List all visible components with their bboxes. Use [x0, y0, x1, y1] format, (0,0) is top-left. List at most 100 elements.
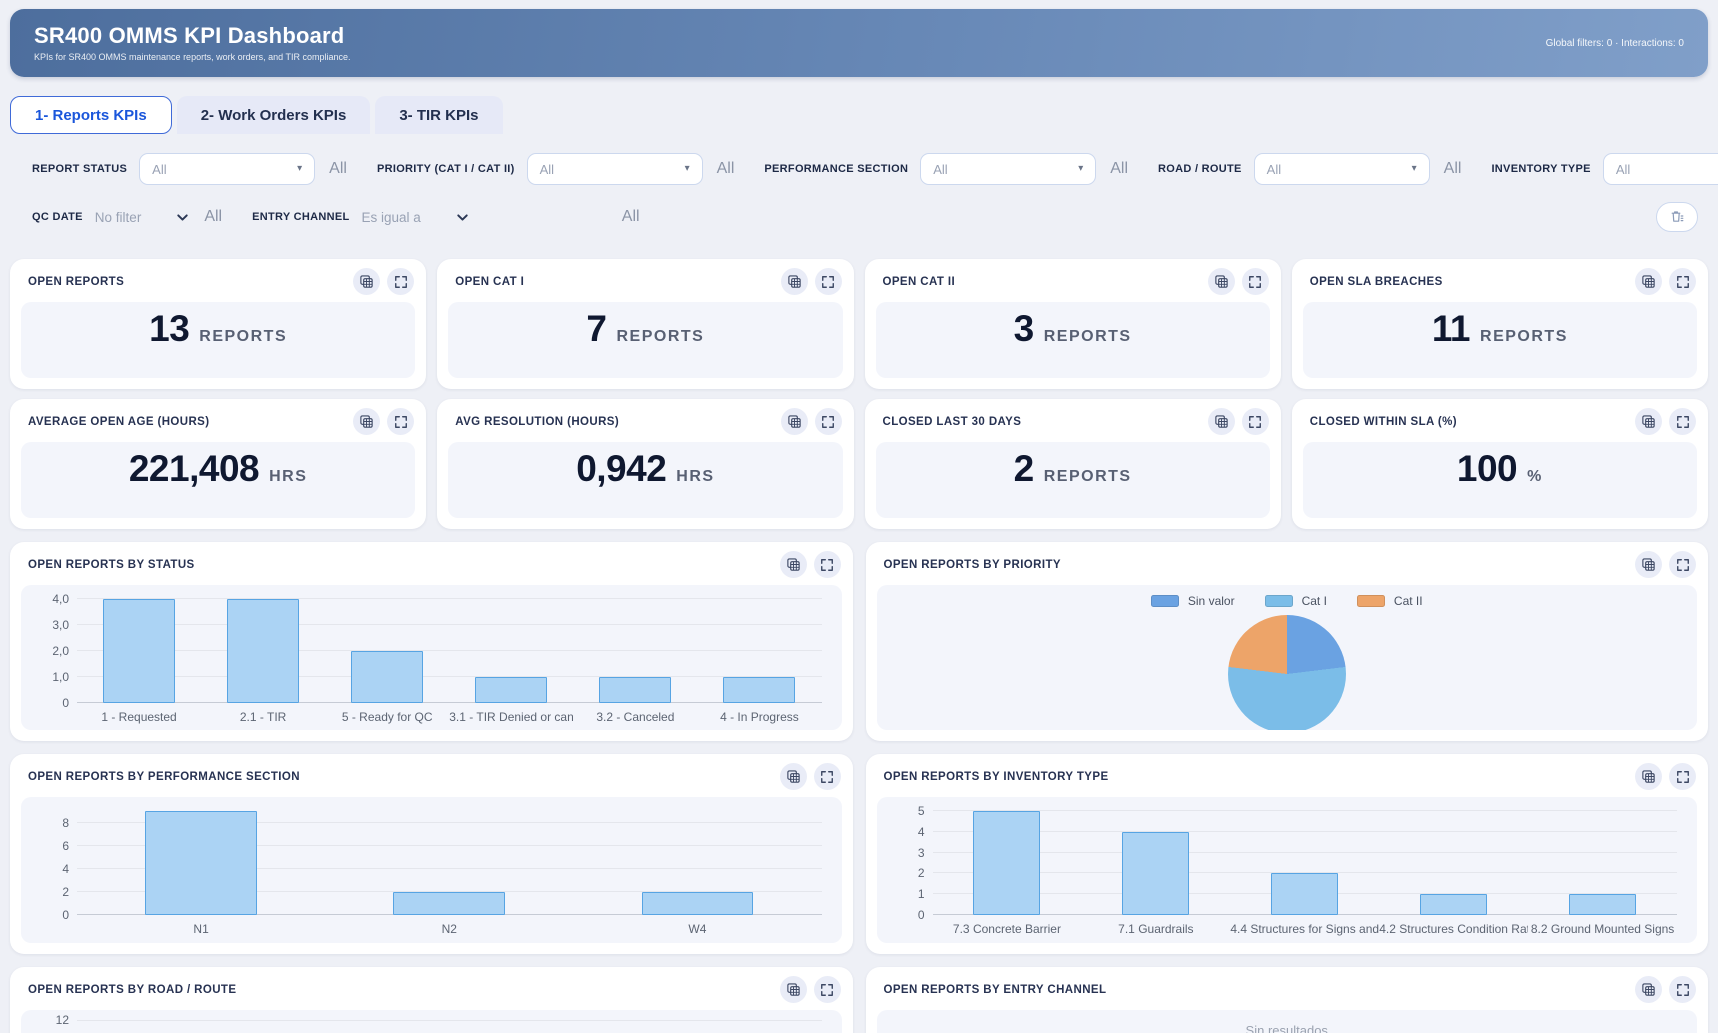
- expand-icon: [821, 275, 835, 289]
- filter-label: ENTRY CHANNEL: [252, 211, 349, 223]
- card-title: OPEN SLA BREACHES: [1310, 276, 1628, 288]
- inventory-type-select[interactable]: All ▾: [1603, 153, 1718, 185]
- table-view-button[interactable]: [1635, 976, 1662, 1003]
- bar-slot: [573, 599, 697, 703]
- filter-suffix: All: [1110, 160, 1128, 178]
- card-header: OPEN CAT II: [865, 259, 1281, 302]
- chart-card-status: OPEN REPORTS BY STATUS01,02,03,04,01 - R…: [10, 542, 853, 741]
- kpi-unit: HRS: [676, 468, 714, 486]
- table-view-button[interactable]: [1208, 268, 1235, 295]
- data-table-icon: [359, 414, 374, 429]
- filter-label: PERFORMANCE SECTION: [764, 163, 908, 175]
- table-view-button[interactable]: [780, 976, 807, 1003]
- expand-button[interactable]: [1669, 763, 1696, 790]
- table-view-button[interactable]: [1635, 408, 1662, 435]
- table-view-button[interactable]: [1635, 268, 1662, 295]
- expand-button[interactable]: [815, 268, 842, 295]
- filter-label: QC DATE: [32, 211, 83, 223]
- card-title: OPEN REPORTS BY PRIORITY: [884, 559, 1629, 571]
- table-view-button[interactable]: [781, 268, 808, 295]
- table-view-button[interactable]: [1635, 551, 1662, 578]
- card-header: OPEN CAT I: [437, 259, 853, 302]
- kpi-card: CLOSED WITHIN SLA (%)100%: [1292, 399, 1708, 529]
- legend-label: Cat I: [1302, 594, 1327, 608]
- filter-performance-section: PERFORMANCE SECTION All ▾ All: [764, 153, 1128, 185]
- card-header: OPEN REPORTS BY STATUS: [10, 542, 853, 585]
- entry-channel-filter[interactable]: Es igual a: [362, 210, 470, 225]
- y-axis-tick: 2,0: [29, 644, 69, 658]
- kpi-panel: 13REPORTS: [21, 302, 415, 378]
- expand-button[interactable]: [387, 268, 414, 295]
- legend-item[interactable]: Sin valor: [1151, 594, 1235, 608]
- expand-button[interactable]: [1242, 408, 1269, 435]
- expand-button[interactable]: [1669, 268, 1696, 295]
- expand-button[interactable]: [815, 408, 842, 435]
- card-title: AVERAGE OPEN AGE (HOURS): [28, 416, 346, 428]
- table-view-button[interactable]: [781, 408, 808, 435]
- expand-button[interactable]: [1669, 408, 1696, 435]
- table-view-button[interactable]: [780, 551, 807, 578]
- bar: [1122, 832, 1189, 915]
- legend-swatch: [1265, 595, 1293, 607]
- table-view-button[interactable]: [1635, 763, 1662, 790]
- kpi-value: 7: [586, 308, 606, 350]
- kpi-value: 0,942: [576, 448, 666, 490]
- report-status-select[interactable]: All ▾: [139, 153, 315, 185]
- bar: [227, 599, 299, 703]
- performance-section-select[interactable]: All ▾: [920, 153, 1096, 185]
- select-value: All: [540, 162, 554, 177]
- tab-reports-kpis[interactable]: 1- Reports KPIs: [10, 96, 172, 134]
- data-table-icon: [786, 557, 801, 572]
- expand-button[interactable]: [814, 763, 841, 790]
- expand-button[interactable]: [1669, 551, 1696, 578]
- category-label: 3.1 - TIR Denied or cancelled: [449, 710, 573, 724]
- data-table-icon: [1641, 982, 1656, 997]
- kpi-grid: OPEN REPORTS13REPORTSOPEN CAT I7REPORTSO…: [10, 259, 1708, 529]
- expand-button[interactable]: [1669, 976, 1696, 1003]
- kpi-card: OPEN CAT I7REPORTS: [437, 259, 853, 389]
- filter-suffix: All: [204, 208, 222, 226]
- bar: [351, 651, 423, 703]
- kpi-value-group: 13REPORTS: [149, 308, 287, 350]
- filter-entry-channel: ENTRY CHANNEL Es igual a: [252, 210, 470, 225]
- card-title: OPEN REPORTS BY PERFORMANCE SECTION: [28, 771, 773, 783]
- road-route-select[interactable]: All ▾: [1254, 153, 1430, 185]
- caret-down-icon: ▾: [685, 164, 690, 174]
- kpi-value-group: 2REPORTS: [1014, 448, 1132, 490]
- expand-button[interactable]: [814, 976, 841, 1003]
- pie-graphic: [1228, 615, 1346, 730]
- category-label: 4.2 Structures Condition Rating: [1379, 922, 1528, 936]
- tab-work-orders-kpis[interactable]: 2- Work Orders KPIs: [177, 96, 371, 134]
- data-table-icon: [1214, 414, 1229, 429]
- card-header: CLOSED LAST 30 DAYS: [865, 399, 1281, 442]
- bar-slot: [325, 599, 449, 703]
- expand-button[interactable]: [1242, 268, 1269, 295]
- priority-select[interactable]: All ▾: [527, 153, 703, 185]
- legend-item[interactable]: Cat II: [1357, 594, 1423, 608]
- card-header: AVG RESOLUTION (HOURS): [437, 399, 853, 442]
- card-header: OPEN SLA BREACHES: [1292, 259, 1708, 302]
- bar-slot: [325, 811, 573, 915]
- data-table-icon: [1641, 414, 1656, 429]
- y-axis-tick: 3,0: [29, 618, 69, 632]
- table-view-button[interactable]: [780, 763, 807, 790]
- kpi-body: 221,408HRS: [21, 442, 415, 518]
- card-header: CLOSED WITHIN SLA (%): [1292, 399, 1708, 442]
- qc-date-filter[interactable]: No filter: [95, 210, 191, 225]
- card-title: OPEN REPORTS: [28, 276, 346, 288]
- category-labels: 1 - Requested2.1 - TIR5 - Ready for QC3.…: [77, 710, 822, 724]
- category-label: 2.1 - TIR: [201, 710, 325, 724]
- bar: [475, 677, 547, 703]
- kpi-card: CLOSED LAST 30 DAYS 2REPORTS: [865, 399, 1281, 529]
- clear-filters-button[interactable]: [1656, 202, 1698, 232]
- legend-item[interactable]: Cat I: [1265, 594, 1327, 608]
- kpi-panel: 221,408HRS: [21, 442, 415, 518]
- data-table-icon: [1641, 769, 1656, 784]
- table-view-button[interactable]: [353, 268, 380, 295]
- table-view-button[interactable]: [1208, 408, 1235, 435]
- expand-icon: [820, 558, 834, 572]
- table-view-button[interactable]: [353, 408, 380, 435]
- expand-button[interactable]: [814, 551, 841, 578]
- expand-button[interactable]: [387, 408, 414, 435]
- tab-tir-kpis[interactable]: 3- TIR KPIs: [375, 96, 502, 134]
